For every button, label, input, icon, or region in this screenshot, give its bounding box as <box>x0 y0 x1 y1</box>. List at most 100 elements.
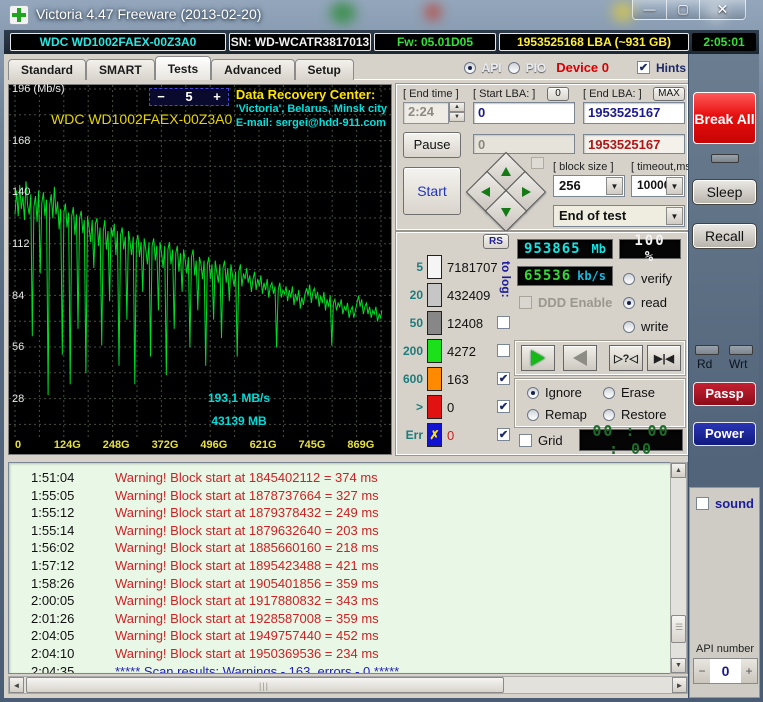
restore-radio[interactable] <box>603 408 615 421</box>
y-axis-tick: 112 <box>12 237 30 250</box>
start-button[interactable]: Start <box>403 167 461 215</box>
stat-error-swatch: ✗ <box>427 423 442 447</box>
verify-label: verify <box>641 271 673 286</box>
end-time-up-icon[interactable]: ▲ <box>449 102 465 112</box>
grid-checkbox[interactable] <box>519 434 532 447</box>
sound-checkbox[interactable] <box>696 497 709 510</box>
read-led-label: Rd <box>697 357 713 371</box>
stat-log-checkbox[interactable] <box>497 316 510 329</box>
log-message: Warning! Block start at 1949757440 = 452… <box>115 628 379 644</box>
log-horizontal-scrollbar[interactable]: ◄ ||| ► <box>8 676 688 694</box>
speed-display: 65536 kb/s <box>517 266 613 286</box>
zoom-level: 5 <box>185 89 193 104</box>
zoom-in-button[interactable]: + <box>206 89 228 105</box>
scroll-left-button[interactable]: ◄ <box>9 677 24 693</box>
log-panel[interactable]: 1:51:04 Warning! Block start at 184540211… <box>8 462 688 674</box>
hints-checkbox[interactable]: ✔ <box>637 61 650 74</box>
x-axis-tick: 124G <box>53 439 81 451</box>
stat-log-checkbox[interactable]: ✔ <box>497 428 510 441</box>
tab-advanced[interactable]: Advanced <box>211 59 295 80</box>
stat-count: 12408 <box>447 316 484 331</box>
log-message: Warning! Block start at 1917880832 = 343… <box>115 593 379 609</box>
step-back-button[interactable] <box>563 345 597 371</box>
log-message: Warning! Block start at 1950369536 = 234… <box>115 645 379 661</box>
tab-tests[interactable]: Tests <box>154 56 212 80</box>
api-number-plus-icon[interactable]: + <box>741 659 757 683</box>
client-area: Standard SMART Tests Advanced Setup API PIO … <box>4 54 760 698</box>
zoom-out-button[interactable]: − <box>150 89 172 105</box>
y-axis-tick: 140 <box>12 186 31 199</box>
end-action-dropdown-icon[interactable]: ▼ <box>666 207 683 225</box>
break-all-button[interactable]: Break All <box>693 92 756 144</box>
ddd-enable-checkbox[interactable] <box>519 296 532 309</box>
play-button[interactable] <box>521 345 555 371</box>
stat-log-checkbox[interactable]: ✔ <box>497 400 510 413</box>
verify-radio[interactable] <box>623 272 635 285</box>
start-lba-input[interactable]: 0 <box>473 102 575 124</box>
timer-display: 00 : 00 : 00 <box>579 422 683 458</box>
x-axis-tick: 869G <box>347 439 375 451</box>
pio-radio[interactable] <box>507 61 520 74</box>
maximize-button[interactable]: ▢ <box>666 0 700 20</box>
elapsed-time: 2:05:01 <box>692 33 756 51</box>
tab-standard[interactable]: Standard <box>8 59 87 80</box>
scroll-down-button[interactable]: ▼ <box>671 658 686 673</box>
mode-verify-row: verify <box>623 271 672 286</box>
close-button[interactable]: ✕ <box>700 0 746 20</box>
end-lba-max-button[interactable]: MAX <box>653 87 685 101</box>
drive-serial: SN: WD-WCATR3817013 <box>229 33 371 51</box>
log-entry: 1:51:04 Warning! Block start at 184540211… <box>9 470 687 488</box>
api-radio[interactable] <box>463 61 476 74</box>
scan-speed-chart[interactable]: 196 (Mb/s) 168 140 112 84 56 28 0 124G 248G 372G 4… <box>8 83 392 455</box>
y-axis-tick: 28 <box>12 392 25 405</box>
skip-button[interactable]: ▶|◀ <box>647 345 681 371</box>
drive-capacity: 1953525168 LBA (~931 GB) <box>499 33 689 51</box>
tab-setup[interactable]: Setup <box>294 59 354 80</box>
timeout-dropdown-icon[interactable]: ▼ <box>666 177 683 195</box>
ignore-radio[interactable] <box>527 386 539 399</box>
block-size-dropdown-icon[interactable]: ▼ <box>606 177 623 195</box>
stat-color-swatch <box>427 311 442 335</box>
stat-threshold-label: 20 <box>409 288 423 302</box>
passport-button[interactable]: Passp <box>693 382 756 406</box>
pad-right-icon <box>522 187 531 197</box>
pad-up-icon <box>501 167 511 176</box>
stat-log-checkbox[interactable]: ✔ <box>497 372 510 385</box>
log-entry: 1:57:12 Warning! Block start at 189542348… <box>9 558 687 576</box>
percent-value: 100 % <box>634 233 666 265</box>
api-number-minus-icon[interactable]: − <box>694 659 710 683</box>
read-radio[interactable] <box>623 296 635 309</box>
end-action-select[interactable]: End of test ▼ <box>553 205 685 227</box>
rs-button[interactable]: RS <box>483 234 509 249</box>
vertical-scroll-thumb[interactable]: ☰ <box>671 615 686 643</box>
block-size-select[interactable]: 256 ▼ <box>553 175 625 197</box>
log-entry: 2:01:26 Warning! Block start at 192858700… <box>9 611 687 629</box>
end-time-down-icon[interactable]: ▼ <box>449 112 465 122</box>
scroll-down-icon: ▼ <box>675 662 682 669</box>
log-timestamp: 1:55:14 <box>31 522 75 538</box>
minimize-button[interactable]: — <box>632 0 666 20</box>
pause-button[interactable]: Pause <box>403 132 461 158</box>
remap-radio[interactable] <box>527 408 539 421</box>
end-lba-input[interactable]: 1953525167 <box>583 102 685 124</box>
horizontal-scroll-thumb[interactable]: ||| <box>26 677 504 693</box>
start-lba-zero-button[interactable]: 0 <box>547 87 569 101</box>
seek-test-button[interactable]: ▷?◁ <box>609 345 643 371</box>
tab-smart[interactable]: SMART <box>86 59 155 80</box>
api-radio-label: API <box>481 60 502 75</box>
write-radio[interactable] <box>623 320 635 333</box>
side-subpanel: sound API number − 0 + <box>689 487 760 698</box>
data-recovery-banner: Data Recovery Center: 'Victoria', Belaru… <box>236 88 387 130</box>
erase-radio[interactable] <box>603 386 615 399</box>
log-vertical-scrollbar[interactable]: ▲ ☰ ▼ <box>670 462 687 674</box>
end-time-spinner[interactable]: 2:24 <box>403 102 449 124</box>
power-button[interactable]: Power <box>693 422 756 446</box>
start-lba-label: [ Start LBA: ] <box>473 88 536 100</box>
recall-button[interactable]: Recall <box>692 223 757 249</box>
stat-log-checkbox[interactable] <box>497 344 510 357</box>
timeout-select[interactable]: 10000 ▼ <box>631 175 685 197</box>
sleep-button[interactable]: Sleep <box>692 179 757 205</box>
device-label: Device 0 <box>556 60 609 75</box>
scroll-right-button[interactable]: ► <box>672 677 687 693</box>
scroll-up-button[interactable]: ▲ <box>671 463 686 478</box>
